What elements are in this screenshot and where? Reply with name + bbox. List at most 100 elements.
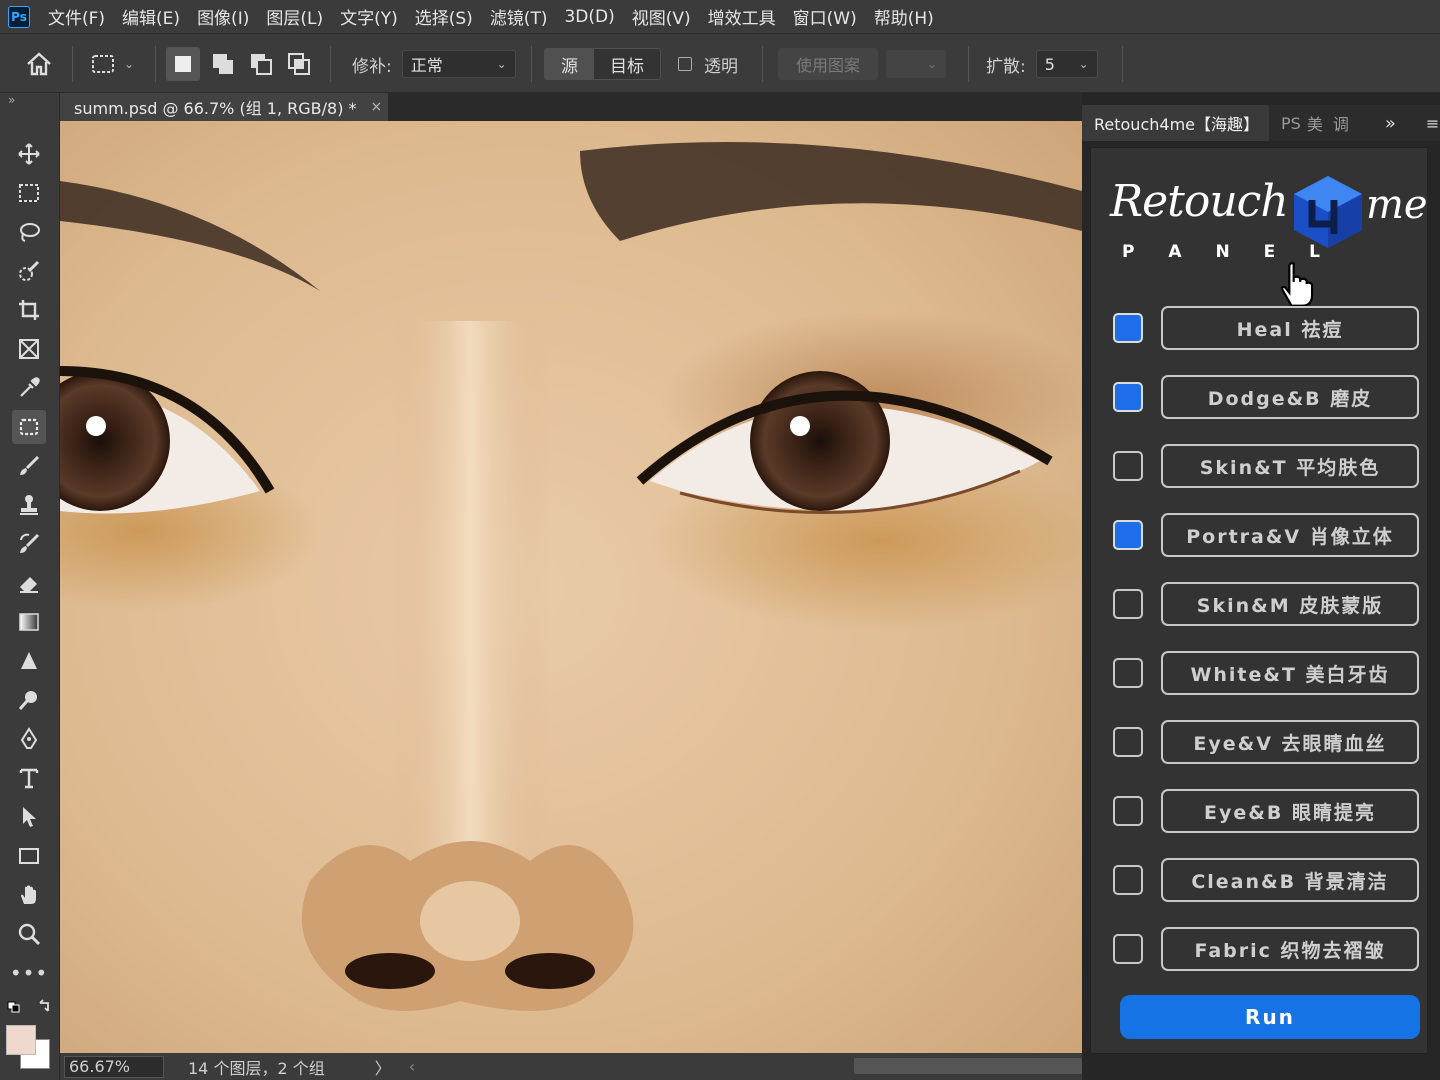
type-icon	[19, 768, 39, 789]
subtract-selection-button[interactable]	[244, 47, 278, 81]
eye-brilliance-checkbox[interactable]	[1113, 796, 1143, 826]
eye-vessels-checkbox[interactable]	[1113, 727, 1143, 757]
crop-icon	[19, 300, 39, 320]
tab-mei[interactable]: 美	[1307, 111, 1323, 135]
scroll-left-icon[interactable]: ‹	[409, 1057, 415, 1076]
menu-plugins[interactable]: 增效工具	[708, 4, 776, 29]
crop-tool[interactable]	[12, 293, 46, 327]
document-tab-title: summ.psd @ 66.7% (组 1, RGB/8) *	[74, 99, 357, 118]
tab-retouch4me[interactable]: Retouch4me【海趣】	[1082, 105, 1269, 141]
history-brush-tool[interactable]	[12, 527, 46, 561]
menu-type[interactable]: 文字(Y)	[340, 4, 398, 29]
dodge-burn-checkbox[interactable]	[1113, 382, 1143, 412]
path-selection-tool[interactable]	[12, 800, 46, 834]
tool-preset-picker[interactable]: ⌄	[88, 34, 134, 94]
skin-mask-checkbox[interactable]	[1113, 589, 1143, 619]
frame-tool[interactable]	[12, 332, 46, 366]
transparent-checkbox[interactable]	[678, 57, 692, 71]
menu-file[interactable]: 文件(F)	[48, 4, 105, 29]
clone-stamp-tool[interactable]	[12, 488, 46, 522]
home-button[interactable]	[24, 34, 54, 94]
portrait-volumes-button[interactable]: Portra&V 肖像立体	[1161, 513, 1419, 557]
hand-tool[interactable]	[12, 878, 46, 912]
patch-label: 修补:	[352, 56, 392, 77]
white-teeth-checkbox[interactable]	[1113, 658, 1143, 688]
use-pattern-button[interactable]: 使用图案	[778, 48, 879, 80]
menu-edit[interactable]: 编辑(E)	[122, 4, 180, 29]
eye-brilliance-button[interactable]: Eye&B 眼睛提亮	[1161, 789, 1419, 833]
skin-mask-button[interactable]: Skin&M 皮肤蒙版	[1161, 582, 1419, 626]
quick-selection-tool[interactable]	[12, 254, 46, 288]
zoom-tool[interactable]	[12, 917, 46, 951]
intersect-selection-icon	[288, 53, 310, 75]
menu-layer[interactable]: 图层(L)	[266, 4, 323, 29]
status-menu-arrow-icon[interactable]: 〉	[375, 1055, 391, 1079]
swap-colors-icon[interactable]	[6, 999, 56, 1015]
eraser-tool[interactable]	[12, 566, 46, 600]
pen-tool[interactable]	[12, 722, 46, 756]
rectangle-icon	[19, 848, 39, 864]
intersect-selection-button[interactable]	[282, 47, 316, 81]
tab-tiao[interactable]: 调	[1333, 111, 1349, 135]
menu-select[interactable]: 选择(S)	[415, 4, 473, 29]
clean-backdrop-button[interactable]: Clean&B 背景清洁	[1161, 858, 1419, 902]
pattern-picker[interactable]: ⌄	[886, 50, 947, 78]
rectangle-tool[interactable]	[12, 839, 46, 873]
gradient-tool[interactable]	[12, 605, 46, 639]
document-tab[interactable]: summ.psd @ 66.7% (组 1, RGB/8) * ×	[60, 93, 388, 121]
menu-filter[interactable]: 滤镜(T)	[490, 4, 548, 29]
collapse-toolbar-icon[interactable]: »	[8, 93, 15, 107]
type-tool[interactable]	[12, 761, 46, 795]
target-button[interactable]: 目标	[594, 49, 660, 79]
menu-help[interactable]: 帮助(H)	[874, 4, 934, 29]
blur-icon	[21, 652, 37, 669]
zoom-level-field[interactable]: 66.67%	[64, 1055, 164, 1078]
move-tool[interactable]	[12, 137, 46, 171]
run-button[interactable]: Run	[1120, 995, 1420, 1039]
dodge-tool[interactable]	[12, 683, 46, 717]
white-teeth-button[interactable]: White&T 美白牙齿	[1161, 651, 1419, 695]
clean-backdrop-checkbox[interactable]	[1113, 865, 1143, 895]
marquee-tool[interactable]	[12, 176, 46, 210]
eye-vessels-button[interactable]: Eye&V 去眼睛血丝	[1161, 720, 1419, 764]
diffusion-select[interactable]: 5 ⌄	[1035, 50, 1098, 78]
menu-image[interactable]: 图像(I)	[197, 4, 249, 29]
add-selection-button[interactable]	[206, 47, 240, 81]
stamp-icon	[20, 495, 38, 515]
patch-tool[interactable]	[12, 410, 46, 444]
zoom-icon	[18, 923, 41, 946]
menu-window[interactable]: 窗口(W)	[793, 4, 857, 29]
skin-tone-checkbox[interactable]	[1113, 451, 1143, 481]
patch-tool-icon	[92, 55, 114, 73]
gradient-icon	[19, 613, 39, 631]
skin-tone-button[interactable]: Skin&T 平均肤色	[1161, 444, 1419, 488]
blur-tool[interactable]	[12, 644, 46, 678]
tab-ps[interactable]: PS	[1281, 114, 1301, 133]
new-selection-button[interactable]	[166, 47, 200, 81]
more-tools-button[interactable]: •••	[10, 956, 47, 990]
logo-me-text: me	[1366, 182, 1428, 228]
heal-button[interactable]: Heal 祛痘	[1161, 306, 1419, 350]
zoom-level-value: 66.67%	[69, 1057, 131, 1076]
brush-tool[interactable]	[12, 449, 46, 483]
heal-checkbox[interactable]	[1113, 313, 1143, 343]
horizontal-scrollbar[interactable]	[854, 1058, 1082, 1074]
portrait-volumes-checkbox[interactable]	[1113, 520, 1143, 550]
panel-more-icon[interactable]: »	[1385, 113, 1396, 134]
close-icon[interactable]: ×	[371, 99, 383, 115]
menu-view[interactable]: 视图(V)	[632, 4, 691, 29]
patch-mode-select[interactable]: 正常 ⌄	[401, 50, 516, 78]
dodge-burn-button[interactable]: Dodge&B 磨皮	[1161, 375, 1419, 419]
eyedropper-tool[interactable]	[12, 371, 46, 405]
panel-menu-icon[interactable]: ≡	[1426, 114, 1439, 133]
fabric-checkbox[interactable]	[1113, 934, 1143, 964]
fabric-button[interactable]: Fabric 织物去褶皱	[1161, 927, 1419, 971]
patch-icon	[19, 418, 39, 436]
menu-3d[interactable]: 3D(D)	[564, 7, 614, 27]
logo-text: Retouch	[1110, 176, 1289, 227]
eraser-icon	[20, 577, 38, 593]
lasso-tool[interactable]	[12, 215, 46, 249]
document-canvas[interactable]	[60, 121, 1082, 1053]
source-button[interactable]: 源	[545, 49, 594, 79]
foreground-color-swatch[interactable]	[6, 1025, 36, 1055]
